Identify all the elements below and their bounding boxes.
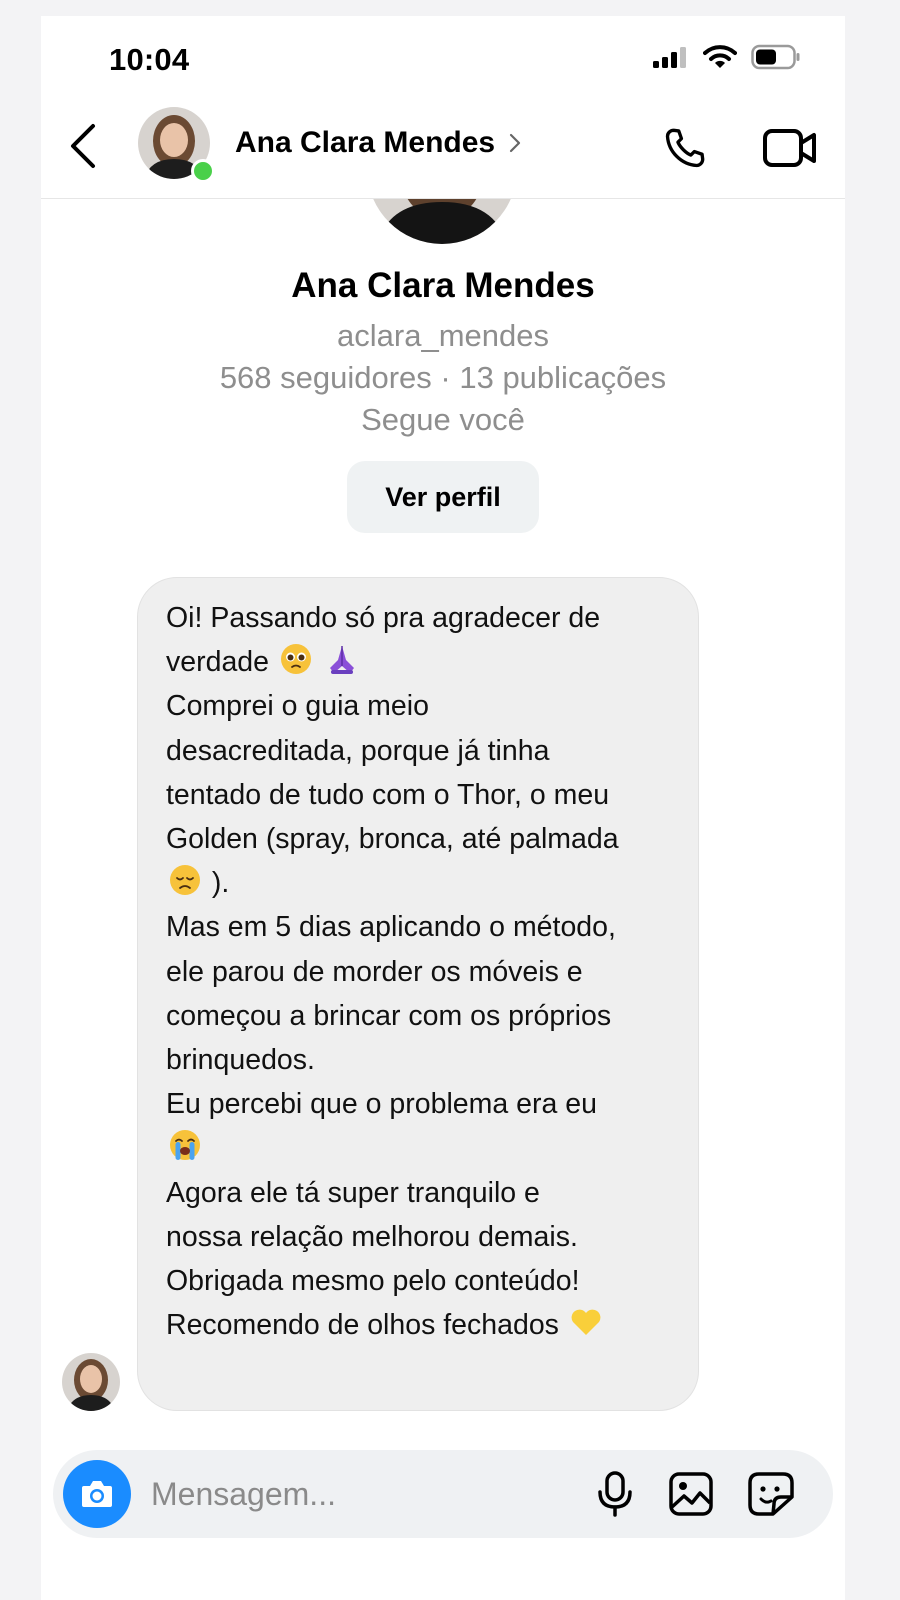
avatar-photo [62,1353,120,1411]
gallery-icon [669,1472,713,1516]
sticker-icon [748,1472,794,1516]
view-profile-button[interactable]: Ver perfil [347,461,539,533]
yellow-heart-icon [571,1309,601,1336]
message-line: começou a brincar com os próprios [166,999,612,1032]
back-button[interactable] [61,118,105,174]
profile-name: Ana Clara Mendes [291,266,595,305]
status-time: 10:04 [109,42,190,77]
message-line: Oi! Passando só pra agradecer de [166,602,601,634]
message-line: Agora ele tá super tranquilo e [166,1176,540,1209]
chevron-right-icon [509,133,521,153]
folded-hands-icon [329,646,354,675]
cellular-signal-icon [653,46,689,73]
audio-call-button[interactable] [657,120,713,176]
microphone-icon [598,1471,632,1517]
header-avatar[interactable] [138,107,215,183]
video-call-button[interactable] [759,120,821,176]
message-line: brinquedos. [166,1044,315,1077]
online-status-indicator [191,159,215,183]
message-line-with-emoji: verdade [166,640,681,684]
profile-username: aclara_mendes [337,318,549,353]
profile-avatar[interactable] [367,199,517,244]
message-line: Mas em 5 dias aplicando o método, [166,911,616,944]
video-camera-icon [763,129,816,167]
profile-stats: 568 seguidores · 13 publicações [219,360,667,395]
wifi-icon [703,45,737,74]
message-line-text: Recomendo de olhos fechados [166,1309,559,1342]
chat-screen: 10:04 Ana Clara Mendes Ana Clara Mendes … [41,16,845,1600]
message-line: tentado de tudo com o Thor, o meu [166,778,610,811]
message-line-with-emoji: Recomendo de olhos fechados [166,1303,681,1347]
message-line: Golden (spray, bronca, até palmada [166,823,619,856]
message-composer [53,1450,833,1538]
microphone-button[interactable] [589,1468,641,1520]
message-line: Obrigada mesmo pelo conteúdo! [166,1265,580,1298]
message-line-text: verdade [166,646,269,679]
battery-icon [751,44,801,75]
message-line-with-emoji: ). [166,861,681,905]
message-line-text: ). [211,867,230,900]
chat-header: Ana Clara Mendes [41,98,845,199]
message-input[interactable] [151,1470,571,1518]
loudly-crying-face-icon [170,1130,200,1161]
message-line: desacreditada, porque já tinha [166,734,550,767]
back-arrow-icon [71,124,95,168]
message-line: nossa relação melhorou demais. [166,1220,578,1253]
sticker-button[interactable] [745,1468,797,1520]
message-sender-avatar[interactable] [62,1353,120,1411]
message-line-with-emoji [166,1126,681,1170]
pleading-face-icon [280,644,311,675]
camera-button[interactable] [63,1460,131,1528]
header-name-text: Ana Clara Mendes [235,126,496,159]
follows-you-label: Segue você [361,402,525,437]
status-icons [653,44,801,75]
disappointed-face-icon [170,865,200,896]
camera-icon [82,1481,112,1507]
message-line: ele parou de morder os móveis e [166,955,583,988]
avatar-photo [367,199,517,244]
header-contact-name[interactable]: Ana Clara Mendes [235,126,521,160]
message-line: Eu percebi que o problema era eu [166,1088,597,1121]
message-text: Oi! Passando só pra agradecer de verdade… [166,596,681,1347]
profile-avatar-clip [41,199,845,247]
gallery-button[interactable] [665,1468,717,1520]
message-line: Comprei o guia meio [166,690,429,723]
message-bubble[interactable]: Oi! Passando só pra agradecer de verdade… [137,577,699,1411]
phone-icon [665,128,705,168]
